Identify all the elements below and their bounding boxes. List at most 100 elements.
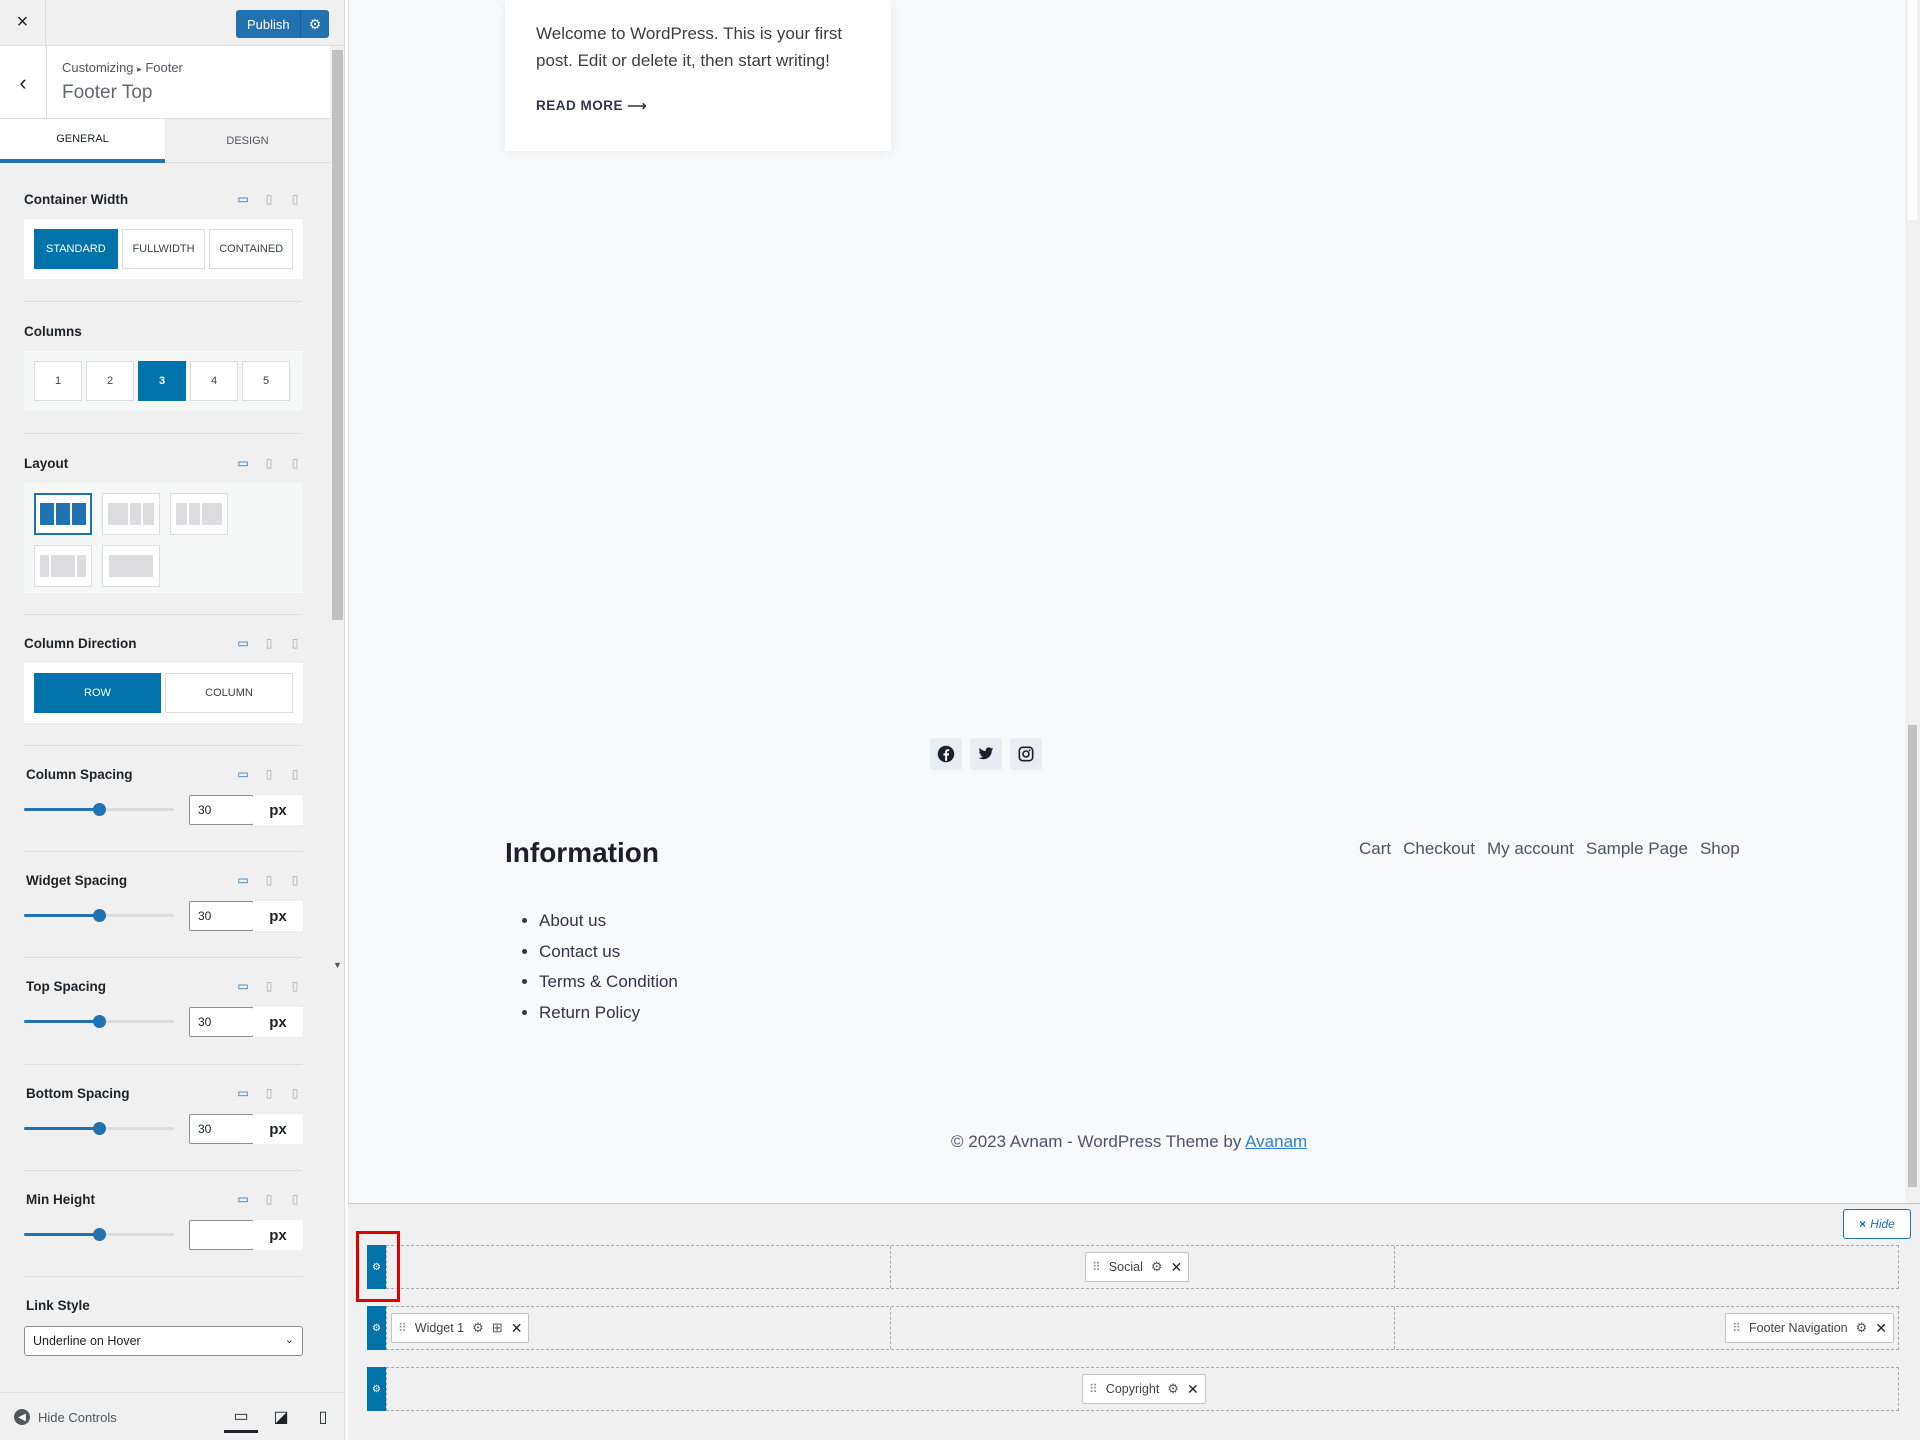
preview-desktop-icon[interactable]: ▭ <box>224 1401 258 1433</box>
footer-navigation-chip[interactable]: ⠿ Footer Navigation ⚙ ✕ <box>1725 1313 1894 1343</box>
footer-column[interactable] <box>1395 1246 1898 1288</box>
footer-column[interactable] <box>387 1246 891 1288</box>
top-spacing-slider[interactable] <box>24 1011 174 1031</box>
preview-mobile-icon[interactable]: ▯ <box>306 1401 340 1433</box>
tablet-icon[interactable]: ▯ <box>261 873 277 887</box>
row-settings-gear-icon[interactable]: ⚙ <box>367 1306 386 1350</box>
tablet-icon[interactable]: ▯ <box>261 1192 277 1206</box>
layout-left-heavy-option[interactable] <box>102 493 160 535</box>
close-customizer-button[interactable]: × <box>0 0 46 45</box>
gear-icon[interactable]: ⚙ <box>472 1320 484 1336</box>
nav-link-shop[interactable]: Shop <box>1700 839 1740 859</box>
social-widget-chip[interactable]: ⠿ Social ⚙ ✕ <box>1085 1252 1190 1282</box>
mobile-icon[interactable]: ▯ <box>287 192 303 206</box>
publish-settings-gear-icon[interactable]: ⚙ <box>300 10 329 38</box>
drag-handle-icon[interactable]: ⠿ <box>1092 1260 1101 1274</box>
min-height-slider[interactable] <box>24 1224 174 1244</box>
desktop-icon[interactable]: ▭ <box>235 456 251 470</box>
list-item[interactable]: Terms & Condition <box>539 967 678 998</box>
direction-row-button[interactable]: Row <box>34 673 161 713</box>
preview-tablet-icon[interactable]: ◪ <box>264 1401 298 1433</box>
gear-icon[interactable]: ⚙ <box>1151 1259 1163 1275</box>
tablet-icon[interactable]: ▯ <box>261 636 277 650</box>
grid-icon[interactable]: ⊞ <box>492 1320 503 1336</box>
desktop-icon[interactable]: ▭ <box>235 1192 251 1206</box>
layout-right-heavy-option[interactable] <box>170 493 228 535</box>
list-item[interactable]: Return Policy <box>539 998 678 1029</box>
columns-1-button[interactable]: 1 <box>34 361 82 401</box>
back-button[interactable]: ‹ <box>0 46 47 119</box>
nav-link-cart[interactable]: Cart <box>1359 839 1391 859</box>
link-style-select[interactable]: Underline on Hover ⌄ <box>24 1326 303 1356</box>
bottom-spacing-input[interactable] <box>189 1114 254 1144</box>
layout-full-option[interactable] <box>102 545 160 587</box>
widget-spacing-slider[interactable] <box>24 905 174 925</box>
preview-scrollbar[interactable] <box>1905 0 1920 1203</box>
desktop-icon[interactable]: ▭ <box>235 767 251 781</box>
row-settings-gear-icon[interactable]: ⚙ <box>367 1367 386 1411</box>
layout-center-wide-option[interactable] <box>34 545 92 587</box>
scroll-down-arrow-icon[interactable]: ▼ <box>333 960 342 970</box>
min-height-input[interactable] <box>189 1220 254 1250</box>
footer-column[interactable]: ⠿ Widget 1 ⚙ ⊞ ✕ <box>387 1307 891 1349</box>
widget-spacing-input[interactable] <box>189 901 254 931</box>
footer-column[interactable]: ⠿ Social ⚙ ✕ <box>891 1246 1395 1288</box>
close-icon[interactable]: ✕ <box>1171 1259 1183 1276</box>
close-icon[interactable]: ✕ <box>511 1320 523 1337</box>
desktop-icon[interactable]: ▭ <box>235 1086 251 1100</box>
bottom-spacing-unit[interactable]: px <box>253 1114 303 1144</box>
drag-handle-icon[interactable]: ⠿ <box>398 1321 407 1335</box>
sidebar-scrollbar[interactable]: ▼ <box>330 46 344 976</box>
tab-general[interactable]: General <box>0 119 165 163</box>
tablet-icon[interactable]: ▯ <box>261 192 277 206</box>
nav-link-checkout[interactable]: Checkout <box>1403 839 1475 859</box>
mobile-icon[interactable]: ▯ <box>287 979 303 993</box>
close-icon[interactable]: ✕ <box>1187 1381 1199 1398</box>
desktop-icon[interactable]: ▭ <box>235 979 251 993</box>
tab-design[interactable]: Design <box>165 119 330 163</box>
top-spacing-unit[interactable]: px <box>253 1007 303 1037</box>
container-standard-button[interactable]: Standard <box>34 229 118 269</box>
footer-column[interactable] <box>891 1307 1395 1349</box>
drag-handle-icon[interactable]: ⠿ <box>1732 1321 1741 1335</box>
publish-button[interactable]: Publish ⚙ <box>236 10 329 38</box>
read-more-link[interactable]: READ MORE ⟶ <box>536 98 647 114</box>
layout-equal-option[interactable] <box>34 493 92 535</box>
instagram-icon[interactable] <box>1010 738 1042 770</box>
columns-5-button[interactable]: 5 <box>242 361 290 401</box>
widget-spacing-unit[interactable]: px <box>253 901 303 931</box>
min-height-unit[interactable]: px <box>253 1220 303 1250</box>
mobile-icon[interactable]: ▯ <box>287 873 303 887</box>
desktop-icon[interactable]: ▭ <box>235 873 251 887</box>
gear-icon[interactable]: ⚙ <box>1856 1320 1868 1336</box>
bottom-spacing-slider[interactable] <box>24 1118 174 1138</box>
copyright-link[interactable]: Avanam <box>1245 1132 1307 1151</box>
container-fullwidth-button[interactable]: Fullwidth <box>121 229 206 269</box>
hide-controls-button[interactable]: ◀ Hide Controls <box>14 1409 117 1425</box>
container-contained-button[interactable]: Contained <box>209 229 294 269</box>
list-item[interactable]: About us <box>539 906 678 937</box>
footer-column[interactable]: ⠿ Footer Navigation ⚙ ✕ <box>1395 1307 1898 1349</box>
columns-3-button[interactable]: 3 <box>138 361 186 401</box>
nav-link-my-account[interactable]: My account <box>1487 839 1574 859</box>
desktop-icon[interactable]: ▭ <box>235 636 251 650</box>
column-spacing-input[interactable] <box>189 795 254 825</box>
tablet-icon[interactable]: ▯ <box>261 979 277 993</box>
widget-1-chip[interactable]: ⠿ Widget 1 ⚙ ⊞ ✕ <box>391 1313 530 1343</box>
direction-column-button[interactable]: Column <box>165 673 293 713</box>
mobile-icon[interactable]: ▯ <box>287 456 303 470</box>
hide-builder-button[interactable]: × Hide <box>1843 1209 1911 1239</box>
mobile-icon[interactable]: ▯ <box>287 767 303 781</box>
mobile-icon[interactable]: ▯ <box>287 1086 303 1100</box>
facebook-icon[interactable] <box>930 738 962 770</box>
top-spacing-input[interactable] <box>189 1007 254 1037</box>
mobile-icon[interactable]: ▯ <box>287 636 303 650</box>
columns-2-button[interactable]: 2 <box>86 361 134 401</box>
twitter-icon[interactable] <box>970 738 1002 770</box>
tablet-icon[interactable]: ▯ <box>261 456 277 470</box>
columns-4-button[interactable]: 4 <box>190 361 238 401</box>
desktop-icon[interactable]: ▭ <box>235 192 251 206</box>
drag-handle-icon[interactable]: ⠿ <box>1089 1382 1098 1396</box>
close-icon[interactable]: ✕ <box>1875 1320 1887 1337</box>
list-item[interactable]: Contact us <box>539 937 678 968</box>
